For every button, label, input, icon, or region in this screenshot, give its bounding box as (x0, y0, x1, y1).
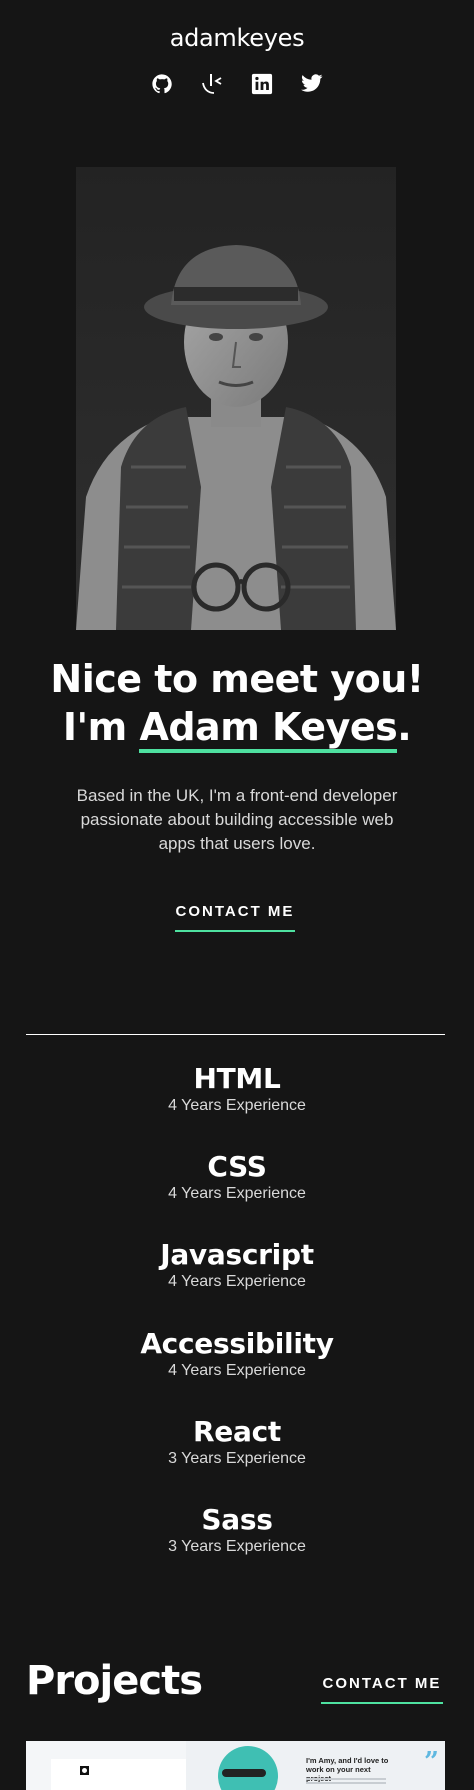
social-links (0, 72, 474, 96)
thumb-avatar (218, 1746, 278, 1790)
skill-item: HTML 4 Years Experience (0, 1062, 474, 1116)
skill-experience: 4 Years Experience (168, 1273, 306, 1290)
projects-contact-button[interactable]: CONTACT ME (321, 1675, 443, 1704)
headline-line1: Nice to meet you! (50, 657, 424, 701)
thumb-card (51, 1759, 186, 1790)
projects-heading: Projects (26, 1658, 203, 1704)
headline-suffix: . (397, 705, 412, 749)
skill-name: CSS (207, 1150, 267, 1183)
skill-experience: 3 Years Experience (168, 1538, 306, 1555)
skill-name: React (193, 1415, 281, 1448)
site-header: adamkeyes (0, 0, 474, 120)
skill-item: Accessibility 4 Years Experience (0, 1327, 474, 1381)
project-thumbnail[interactable]: I'm Amy, and I'd love to work on your ne… (26, 1741, 445, 1790)
twitter-icon[interactable] (300, 72, 324, 96)
headline-prefix: I'm (62, 705, 140, 749)
profile-photo (76, 167, 396, 630)
hero-headline: Nice to meet you! I'm Adam Keyes. (0, 655, 474, 753)
hero-contact-button[interactable]: CONTACT ME (175, 903, 295, 932)
quote-icon: ” (424, 1747, 439, 1777)
thumb-logo-icon (80, 1766, 89, 1775)
skill-item: React 3 Years Experience (0, 1415, 474, 1469)
skill-item: Sass 3 Years Experience (0, 1503, 474, 1557)
section-divider (26, 1034, 445, 1035)
skill-experience: 3 Years Experience (168, 1450, 306, 1467)
thumb-pill (222, 1769, 266, 1777)
linkedin-icon[interactable] (250, 72, 274, 96)
frontend-mentor-icon[interactable] (200, 72, 224, 96)
skill-item: Javascript 4 Years Experience (0, 1238, 474, 1292)
skill-experience: 4 Years Experience (168, 1185, 306, 1202)
hero-intro: Based in the UK, I'm a front-end develop… (76, 786, 398, 853)
headline-name: Adam Keyes (139, 705, 398, 753)
skill-experience: 4 Years Experience (168, 1097, 306, 1114)
skill-name: Javascript (160, 1238, 314, 1271)
thumb-text-lines (306, 1778, 386, 1780)
skill-name: Sass (201, 1503, 273, 1536)
skill-item: CSS 4 Years Experience (0, 1150, 474, 1204)
skill-name: HTML (193, 1062, 281, 1095)
skill-experience: 4 Years Experience (168, 1362, 306, 1379)
skill-name: Accessibility (140, 1327, 334, 1360)
github-icon[interactable] (150, 72, 174, 96)
brand-logo[interactable]: adamkeyes (0, 24, 474, 52)
